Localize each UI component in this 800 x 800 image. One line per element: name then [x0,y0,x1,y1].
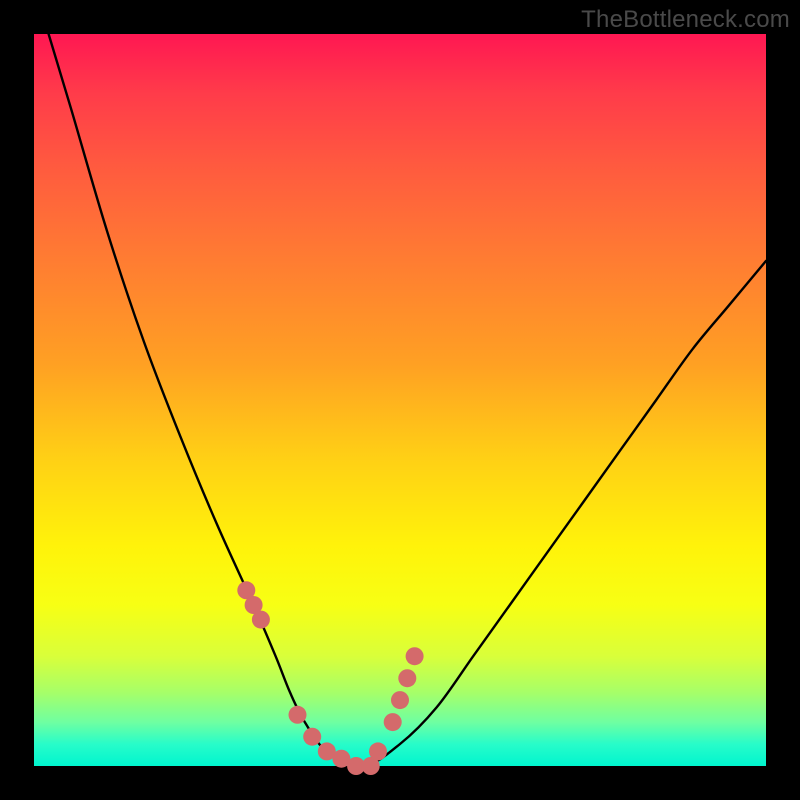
highlight-dots [237,581,423,775]
highlight-dot [391,691,409,709]
bottleneck-curve-path [49,34,766,766]
highlight-dot [347,757,365,775]
highlight-dot [362,757,380,775]
highlight-dot [303,728,321,746]
bottleneck-curve [49,34,766,766]
highlight-dot [384,713,402,731]
highlight-dot [237,581,255,599]
curve-svg [34,34,766,766]
chart-frame: TheBottleneck.com [0,0,800,800]
watermark-text: TheBottleneck.com [581,6,790,34]
highlight-dot [318,742,336,760]
highlight-dot [398,669,416,687]
highlight-dot [245,596,263,614]
plot-area [34,34,766,766]
highlight-dot [289,706,307,724]
highlight-dot [406,647,424,665]
highlight-dot [369,742,387,760]
highlight-dot [332,750,350,768]
highlight-dot [252,611,270,629]
